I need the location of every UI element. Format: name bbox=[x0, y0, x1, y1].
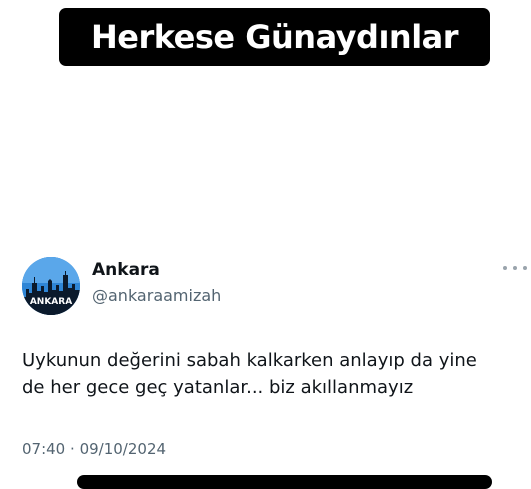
title-banner: Herkese Günaydınlar bbox=[59, 8, 490, 66]
tweet-text: Uykunun değerini sabah kalkarken anlayıp… bbox=[22, 347, 522, 401]
tweet-text-line: de her gece geç yatanlar... biz akıllanm… bbox=[22, 377, 414, 398]
tweet-text-line: Uykunun değerini sabah kalkarken anlayıp… bbox=[22, 350, 477, 371]
tweet-card: ANKARA Ankara @ankaraamizah Uykunun değe… bbox=[0, 250, 531, 482]
display-name[interactable]: Ankara bbox=[92, 260, 160, 280]
avatar-image: ANKARA bbox=[22, 257, 80, 315]
more-dot bbox=[513, 266, 517, 270]
more-dot bbox=[503, 266, 507, 270]
tweet-date: 09/10/2024 bbox=[79, 440, 167, 458]
more-horizontal-icon[interactable] bbox=[503, 260, 527, 276]
username-handle[interactable]: @ankaraamizah bbox=[92, 286, 221, 305]
avatar-logo-text: ANKARA bbox=[30, 297, 72, 307]
tweet-timestamp[interactable]: 07:40 · 09/10/2024 bbox=[22, 440, 166, 458]
bottom-banner-edge bbox=[77, 475, 492, 489]
avatar[interactable]: ANKARA bbox=[22, 257, 80, 315]
meta-separator: · bbox=[70, 440, 75, 458]
banner-title: Herkese Günaydınlar bbox=[90, 18, 459, 56]
more-dot bbox=[523, 266, 527, 270]
tweet-time: 07:40 bbox=[22, 440, 66, 458]
